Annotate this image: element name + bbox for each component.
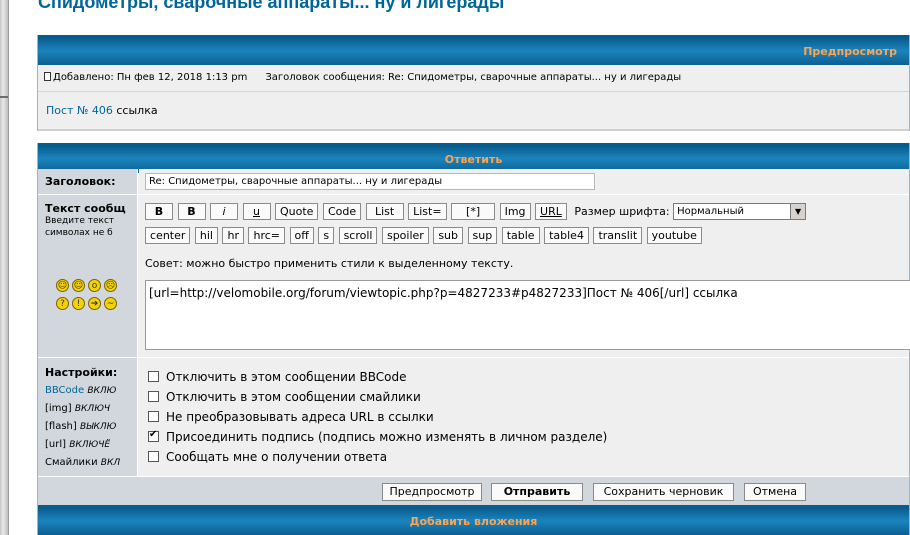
submit-button[interactable]: Отправить bbox=[491, 483, 583, 501]
reply-panel: Ответить Заголовок: Re: Спидометры, свар… bbox=[37, 143, 910, 535]
checkbox-checked[interactable] bbox=[148, 429, 159, 442]
page-title: Спидометры, сварочные аппараты... ну и л… bbox=[38, 0, 505, 12]
subject-input[interactable]: Re: Спидометры, сварочные аппараты... ну… bbox=[145, 173, 595, 190]
message-row: Текст сообщ Введите текст символах не б … bbox=[38, 195, 910, 358]
bold-alt-button[interactable]: B bbox=[177, 203, 206, 220]
smilies-status: Смайлики ВКЛ bbox=[45, 457, 121, 468]
subject-row: Заголовок: Re: Спидометры, сварочные апп… bbox=[38, 169, 909, 195]
preview-button[interactable]: Предпросмотр bbox=[382, 483, 482, 501]
spoiler-button[interactable]: spoiler bbox=[381, 227, 429, 244]
list-button[interactable]: List bbox=[365, 203, 404, 220]
attachments-section: Добавить вложения bbox=[38, 505, 909, 535]
sub-button[interactable]: sub bbox=[433, 227, 464, 244]
font-size-select[interactable]: Нормальный ▼ bbox=[673, 203, 807, 220]
bbcode-toolbar-1: B B i u Quote Code List List= [*] Img UR… bbox=[145, 203, 807, 220]
flash-status: [flash] ВЫКЛЮ bbox=[45, 421, 117, 432]
option-disable-bbcode[interactable]: Отключить в этом сообщении BBCode bbox=[148, 370, 407, 384]
font-size-value: Нормальный bbox=[677, 206, 744, 217]
cancel-button[interactable]: Отмена bbox=[744, 483, 806, 501]
smile-big-icon[interactable]: ☺ bbox=[56, 279, 69, 292]
img-status: [img] ВКЛЮЧ bbox=[45, 403, 111, 414]
list-item-button[interactable]: [*] bbox=[451, 203, 496, 220]
option-disable-magic-url[interactable]: Не преобразовывать адреса URL в ссылки bbox=[148, 410, 434, 424]
hrc-button[interactable]: hrc= bbox=[248, 227, 286, 244]
message-label: Текст сообщ bbox=[45, 202, 126, 215]
preview-meta: Добавлено: Пн фев 12, 2018 1:13 pm Заголо… bbox=[38, 65, 909, 92]
save-draft-button[interactable]: Сохранить черновик bbox=[593, 483, 734, 501]
options-row: Настройки: BBCode ВКЛЮ [img] ВКЛЮЧ [flas… bbox=[38, 358, 909, 477]
option-attach-signature[interactable]: Присоединить подпись (подпись можно изме… bbox=[148, 429, 607, 444]
bold-button[interactable]: B bbox=[145, 203, 173, 220]
option-notify-reply[interactable]: Сообщать мне о получении ответа bbox=[148, 450, 387, 464]
list-ordered-button[interactable]: List= bbox=[408, 203, 447, 220]
preview-panel: Предпросмотр Добавлено: Пн фев 12, 2018 … bbox=[37, 35, 910, 131]
preview-header: Предпросмотр bbox=[38, 35, 909, 65]
underline-button[interactable]: u bbox=[242, 203, 271, 220]
sup-button[interactable]: sup bbox=[467, 227, 498, 244]
preview-subject: Заголовок сообщения: Re: Спидометры, сва… bbox=[265, 72, 682, 83]
table-button[interactable]: table bbox=[501, 227, 540, 244]
chevron-down-icon[interactable]: ▼ bbox=[790, 204, 806, 219]
url-status: [url] ВКЛЮЧЁ bbox=[45, 439, 111, 450]
question-icon[interactable]: ? bbox=[56, 297, 69, 310]
style-tip: Совет: можно быстро применить стили к вы… bbox=[145, 257, 514, 270]
checkbox[interactable] bbox=[148, 391, 159, 402]
post-icon bbox=[44, 72, 51, 81]
window-left-edge bbox=[0, 0, 9, 535]
smilies-panel: ☺ ☺ o ☹ ?! ➔ ~ bbox=[56, 278, 126, 314]
confused-icon[interactable]: ~ bbox=[104, 297, 117, 310]
center-button[interactable]: center bbox=[145, 227, 191, 244]
settings-label: Настройки: bbox=[45, 366, 118, 379]
bbcode-toolbar-2: center hil hr hrc= off s scroll spoiler … bbox=[145, 227, 703, 244]
preview-post-link[interactable]: Пост № 406 bbox=[46, 104, 113, 117]
message-hint-1: Введите текст bbox=[45, 216, 115, 226]
quote-button[interactable]: Quote bbox=[275, 203, 319, 220]
checkbox[interactable] bbox=[148, 411, 159, 422]
bbcode-status: BBCode ВКЛЮ bbox=[45, 385, 117, 396]
preview-body: Пост № 406 ссылка bbox=[38, 92, 909, 131]
url-button[interactable]: URL bbox=[535, 203, 567, 220]
checkbox[interactable] bbox=[148, 451, 159, 462]
translit-button[interactable]: translit bbox=[593, 227, 643, 244]
smile-icon[interactable]: ☺ bbox=[72, 279, 85, 292]
idea-icon[interactable]: ! bbox=[72, 297, 85, 310]
youtube-button[interactable]: youtube bbox=[646, 227, 702, 244]
strike-button[interactable]: s bbox=[318, 227, 335, 244]
message-textarea[interactable]: [url=http://velomobile.org/forum/viewtop… bbox=[145, 280, 910, 350]
sad-icon[interactable]: ☹ bbox=[104, 279, 117, 292]
arrow-icon[interactable]: ➔ bbox=[88, 297, 101, 310]
surprised-icon[interactable]: o bbox=[88, 279, 101, 292]
posted-date: Добавлено: Пн фев 12, 2018 1:13 pm bbox=[53, 72, 248, 83]
code-button[interactable]: Code bbox=[322, 203, 362, 220]
hr-button[interactable]: hr bbox=[222, 227, 244, 244]
option-disable-smilies[interactable]: Отключить в этом сообщении смайлики bbox=[148, 390, 421, 404]
italic-button[interactable]: i bbox=[210, 203, 238, 220]
form-actions: Предпросмотр Отправить Сохранить чернови… bbox=[38, 477, 909, 505]
scroll-button[interactable]: scroll bbox=[338, 227, 378, 244]
off-button[interactable]: off bbox=[289, 227, 314, 244]
preview-body-text: ссылка bbox=[112, 104, 158, 117]
table4-button[interactable]: table4 bbox=[544, 227, 589, 244]
hil-button[interactable]: hil bbox=[194, 227, 218, 244]
attachments-header[interactable]: Добавить вложения bbox=[38, 505, 909, 535]
message-hint-2: символах не б bbox=[45, 228, 113, 238]
img-button[interactable]: Img bbox=[499, 203, 531, 220]
subject-label: Заголовок: bbox=[45, 175, 116, 188]
checkbox[interactable] bbox=[148, 371, 159, 382]
font-size-label: Размер шрифта: bbox=[574, 205, 670, 218]
